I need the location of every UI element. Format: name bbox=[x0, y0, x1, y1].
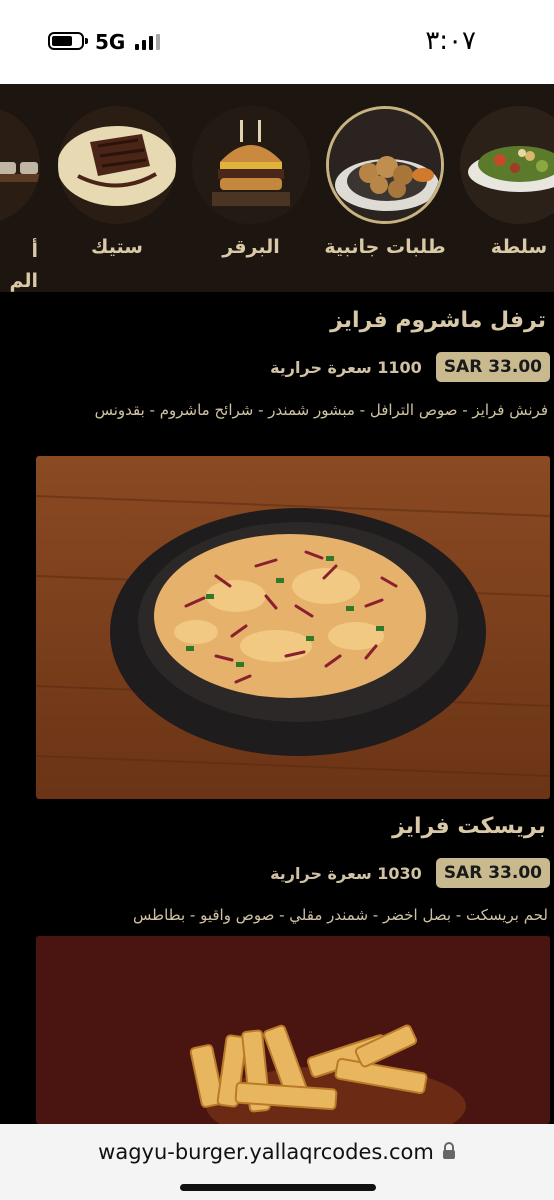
category-label: ستيك bbox=[91, 236, 143, 258]
category-strip[interactable]: سلطة طلبات جانبية البرقر ستيك أ الم bbox=[0, 84, 554, 292]
browser-url-bar[interactable]: wagyu-burger.yallaqrcodes.com bbox=[0, 1124, 554, 1200]
partial-image bbox=[0, 106, 40, 224]
lock-icon bbox=[442, 1141, 456, 1165]
price-badge: SAR 33.00 bbox=[435, 858, 550, 888]
calories-label: 1030 سعرة حرارية bbox=[270, 863, 422, 883]
category-salad[interactable]: سلطة bbox=[458, 106, 554, 258]
price-row: SAR 33.00 1100 سعرة حرارية bbox=[270, 352, 550, 382]
sides-image bbox=[326, 106, 444, 224]
battery-icon bbox=[48, 32, 84, 50]
category-partial[interactable]: أ الم bbox=[0, 106, 42, 292]
status-bar: 5G ٣:٠٧ bbox=[0, 0, 554, 84]
battery-cap bbox=[85, 38, 88, 44]
category-label: طلبات جانبية bbox=[324, 236, 446, 258]
brisket-fries-photo[interactable] bbox=[36, 936, 550, 1124]
category-label: البرقر bbox=[222, 236, 280, 258]
price-row: SAR 33.00 1030 سعرة حرارية bbox=[270, 858, 550, 888]
item-title: بريسكت فرايز bbox=[392, 814, 546, 839]
network-label: 5G bbox=[95, 30, 126, 54]
burger-image bbox=[192, 106, 310, 224]
signal-icon bbox=[135, 34, 160, 50]
category-label: أ الم bbox=[9, 240, 38, 292]
calories-label: 1100 سعرة حرارية bbox=[270, 357, 422, 377]
item-title: ترفل ماشروم فرايز bbox=[330, 308, 546, 333]
category-label: سلطة bbox=[490, 236, 548, 258]
url-text[interactable]: wagyu-burger.yallaqrcodes.com bbox=[98, 1140, 434, 1164]
item-description: فرنش فرايز - صوص الترافل - مبشور شمندر -… bbox=[94, 401, 548, 419]
category-sides[interactable]: طلبات جانبية bbox=[324, 106, 446, 258]
home-indicator[interactable] bbox=[180, 1184, 376, 1191]
steak-image bbox=[58, 106, 176, 224]
category-steak[interactable]: ستيك bbox=[56, 106, 178, 258]
category-burger[interactable]: البرقر bbox=[190, 106, 312, 258]
salad-image bbox=[460, 106, 554, 224]
truffle-fries-photo[interactable] bbox=[36, 456, 550, 799]
item-description: لحم بريسكت - بصل اخضر - شمندر مقلي - صوص… bbox=[133, 906, 548, 924]
url-row[interactable]: wagyu-burger.yallaqrcodes.com bbox=[0, 1140, 554, 1165]
price-badge: SAR 33.00 bbox=[435, 352, 550, 382]
clock: ٣:٠٧ bbox=[425, 26, 476, 56]
